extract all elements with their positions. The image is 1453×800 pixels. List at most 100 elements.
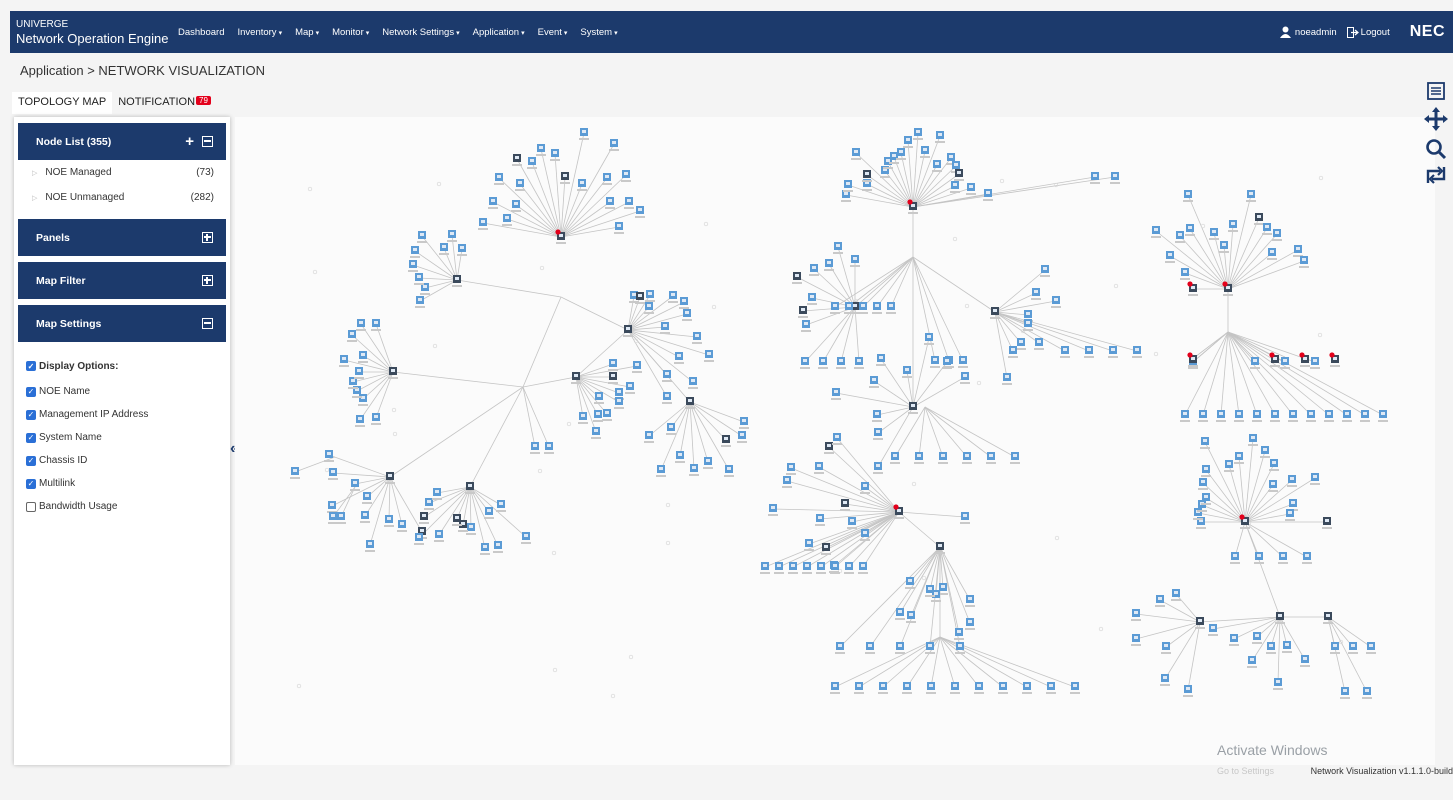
unmanaged-node-icon[interactable] xyxy=(974,682,984,694)
unmanaged-node-icon[interactable] xyxy=(662,392,672,404)
unmanaged-node-icon[interactable] xyxy=(1310,357,1320,369)
unmanaged-node-icon[interactable] xyxy=(1280,357,1290,369)
logout-button[interactable]: Logout xyxy=(1346,26,1390,38)
unmanaged-node-icon[interactable] xyxy=(1151,226,1161,238)
unmanaged-node-icon[interactable] xyxy=(478,218,488,230)
managed-node-icon[interactable] xyxy=(1323,612,1333,624)
unmanaged-node-icon[interactable] xyxy=(410,246,420,258)
unmanaged-node-icon[interactable] xyxy=(1208,624,1218,636)
unmanaged-node-icon[interactable] xyxy=(480,543,490,555)
unmanaged-node-icon[interactable] xyxy=(1023,319,1033,331)
unmanaged-node-icon[interactable] xyxy=(530,442,540,454)
unmanaged-node-icon[interactable] xyxy=(925,585,935,597)
unmanaged-node-icon[interactable] xyxy=(614,397,624,409)
unmanaged-node-icon[interactable] xyxy=(502,214,512,226)
unmanaged-node-icon[interactable] xyxy=(1246,190,1256,202)
unmanaged-node-icon[interactable] xyxy=(1330,642,1340,654)
unmanaged-node-icon[interactable] xyxy=(902,366,912,378)
checkbox[interactable] xyxy=(26,501,36,512)
unmanaged-node-icon[interactable] xyxy=(347,330,357,342)
unmanaged-node-icon[interactable] xyxy=(356,319,366,331)
expand-arrow-icon[interactable]: ▷ xyxy=(32,170,37,177)
unmanaged-node-icon[interactable] xyxy=(830,302,840,314)
unmanaged-node-icon[interactable] xyxy=(447,230,457,242)
unmanaged-node-icon[interactable] xyxy=(865,642,875,654)
unmanaged-node-icon[interactable] xyxy=(1016,338,1026,350)
checkbox[interactable]: ✓ xyxy=(26,455,36,466)
unmanaged-node-icon[interactable] xyxy=(1216,410,1226,422)
display-option-management-ip-address[interactable]: ✓ Management IP Address xyxy=(26,403,220,426)
unmanaged-node-icon[interactable] xyxy=(384,515,394,527)
unmanaged-node-icon[interactable] xyxy=(774,562,784,574)
unmanaged-node-icon[interactable] xyxy=(955,642,965,654)
unmanaged-node-icon[interactable] xyxy=(1165,251,1175,263)
unmanaged-node-icon[interactable] xyxy=(674,352,684,364)
unmanaged-node-icon[interactable] xyxy=(360,511,370,523)
unmanaged-node-icon[interactable] xyxy=(1198,478,1208,490)
unmanaged-node-icon[interactable] xyxy=(824,259,834,271)
unmanaged-node-icon[interactable] xyxy=(1031,288,1041,300)
unmanaged-node-icon[interactable] xyxy=(1051,296,1061,308)
unmanaged-node-icon[interactable] xyxy=(850,255,860,267)
unmanaged-node-icon[interactable] xyxy=(1310,473,1320,485)
unmanaged-node-icon[interactable] xyxy=(807,293,817,305)
unmanaged-node-icon[interactable] xyxy=(814,462,824,474)
unmanaged-node-icon[interactable] xyxy=(1131,609,1141,621)
unmanaged-node-icon[interactable] xyxy=(466,523,476,535)
unmanaged-node-icon[interactable] xyxy=(457,244,467,256)
unmanaged-node-icon[interactable] xyxy=(1306,410,1316,422)
unmanaged-node-icon[interactable] xyxy=(954,628,964,640)
unmanaged-node-icon[interactable] xyxy=(415,296,425,308)
unmanaged-node-icon[interactable] xyxy=(624,197,634,209)
unmanaged-node-icon[interactable] xyxy=(515,179,525,191)
unmanaged-node-icon[interactable] xyxy=(844,562,854,574)
unmanaged-node-icon[interactable] xyxy=(1229,634,1239,646)
checkbox-display-options[interactable]: ✓ xyxy=(26,361,36,371)
display-options-heading[interactable]: ✓ Display Options: xyxy=(26,352,220,380)
unmanaged-node-icon[interactable] xyxy=(1183,685,1193,697)
unmanaged-node-icon[interactable] xyxy=(1219,241,1229,253)
unmanaged-node-icon[interactable] xyxy=(432,488,442,500)
unmanaged-node-icon[interactable] xyxy=(1160,674,1170,686)
unmanaged-node-icon[interactable] xyxy=(591,427,601,439)
unmanaged-node-icon[interactable] xyxy=(1302,552,1312,564)
nav-item-dashboard[interactable]: Dashboard xyxy=(178,27,224,38)
unmanaged-node-icon[interactable] xyxy=(886,302,896,314)
nav-item-network-settings[interactable]: Network Settings ▾ xyxy=(382,27,459,38)
managed-node-icon[interactable] xyxy=(608,372,618,384)
unmanaged-node-icon[interactable] xyxy=(913,128,923,140)
unmanaged-node-icon[interactable] xyxy=(1268,480,1278,492)
managed-node-icon[interactable] xyxy=(792,272,802,284)
unmanaged-node-icon[interactable] xyxy=(833,242,843,254)
unmanaged-node-icon[interactable] xyxy=(484,507,494,519)
display-option-chassis-id[interactable]: ✓ Chassis ID xyxy=(26,449,220,472)
unmanaged-node-icon[interactable] xyxy=(1180,410,1190,422)
unmanaged-node-icon[interactable] xyxy=(662,370,672,382)
unmanaged-node-icon[interactable] xyxy=(290,467,300,479)
managed-node-icon[interactable] xyxy=(821,543,831,555)
display-option-multilink[interactable]: ✓ Multilink xyxy=(26,472,220,495)
unmanaged-node-icon[interactable] xyxy=(876,354,886,366)
unmanaged-node-icon[interactable] xyxy=(878,682,888,694)
unmanaged-node-icon[interactable] xyxy=(1250,357,1260,369)
unmanaged-node-icon[interactable] xyxy=(843,180,853,192)
unmanaged-node-icon[interactable] xyxy=(703,457,713,469)
unmanaged-node-icon[interactable] xyxy=(1183,190,1193,202)
managed-node-icon[interactable] xyxy=(1329,352,1340,367)
unmanaged-node-icon[interactable] xyxy=(1378,410,1388,422)
unmanaged-node-icon[interactable] xyxy=(1269,459,1279,471)
managed-node-icon[interactable] xyxy=(1322,517,1332,529)
expand-icon[interactable] xyxy=(202,275,213,286)
unmanaged-node-icon[interactable] xyxy=(1175,231,1185,243)
unmanaged-node-icon[interactable] xyxy=(925,642,935,654)
unmanaged-node-icon[interactable] xyxy=(608,359,618,371)
unmanaged-node-icon[interactable] xyxy=(782,476,792,488)
checkbox[interactable]: ✓ xyxy=(26,432,36,443)
unmanaged-node-icon[interactable] xyxy=(942,357,952,369)
nav-item-monitor[interactable]: Monitor ▾ xyxy=(332,27,369,38)
unmanaged-node-icon[interactable] xyxy=(521,532,531,544)
expand-arrow-icon[interactable]: ▷ xyxy=(32,195,37,202)
managed-node-icon[interactable] xyxy=(635,292,645,304)
unmanaged-node-icon[interactable] xyxy=(1254,552,1264,564)
unmanaged-node-icon[interactable] xyxy=(858,302,868,314)
